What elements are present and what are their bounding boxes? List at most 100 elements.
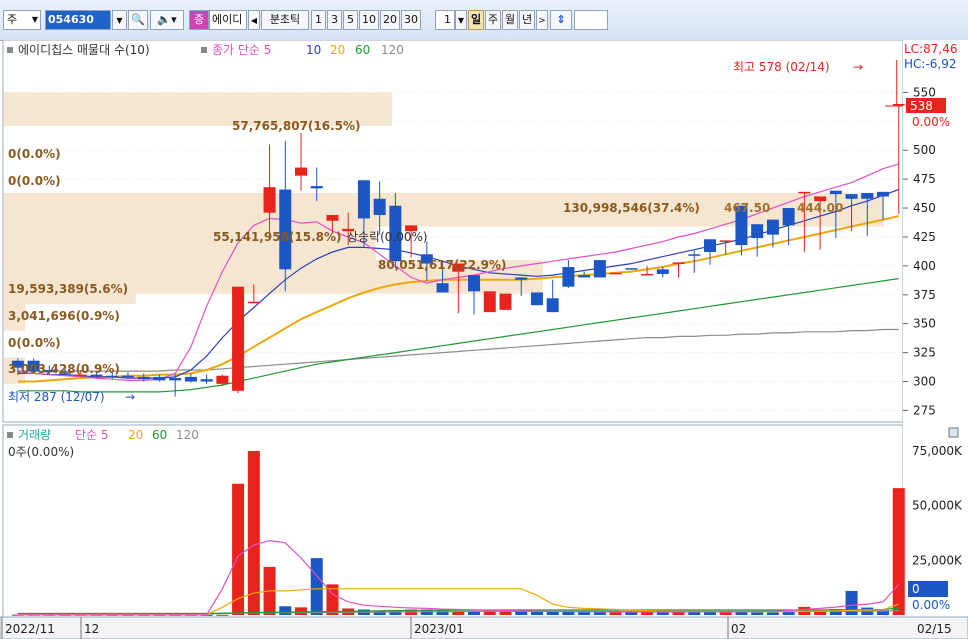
minute-tick-button[interactable]: 분초틱 [261,10,309,30]
interval-button-3[interactable]: 3 [327,10,342,30]
volume-bar [562,611,575,615]
volume-tick-label: 25,000K [912,553,963,567]
arrow-left-icon: ◀ [250,16,258,25]
candle-body [845,194,858,199]
volume-bar [719,612,732,615]
legend-marker-icon [7,432,13,438]
candle-body [609,272,622,275]
legend-marker-icon [201,47,207,53]
sound-button[interactable]: 🔈▾ [150,10,184,30]
candle-body [530,292,543,306]
interval-button-20[interactable]: 20 [380,10,400,30]
price-tick-label: 275 [913,403,936,417]
prev-arrow-button[interactable]: ◀ [248,10,260,30]
candle-body [295,167,308,176]
search-button[interactable]: 🔍 [128,10,148,30]
date-input[interactable] [574,10,608,30]
price-tick-label: 500 [913,143,936,157]
period-button-년[interactable]: 년 [519,10,535,30]
current-volume-value: 0 [912,582,920,596]
candle-body [766,219,779,235]
candle-body [798,191,811,194]
candle-body [232,286,245,391]
volume-bar [232,483,245,615]
x-axis-label: 2022/11 [5,622,55,636]
price-tick-label: 300 [913,375,936,389]
chart-canvas: 0(0.0%) 57,765,807(16.5%) 0(0.0%) 0(0.0%) 13… [0,40,968,639]
candle-body [468,275,481,292]
next-arrow-button[interactable]: > [536,10,548,30]
period-button-일[interactable]: 일 [468,10,484,30]
candle-body [373,198,386,215]
profile-price-label-2: 444.00 [797,201,843,215]
updown-button[interactable]: ⇕ [550,10,572,30]
candle-body [562,267,575,287]
interval-button-10[interactable]: 10 [359,10,379,30]
stock-code-input[interactable]: 054630 [45,10,111,30]
candle-body [892,103,905,106]
volume-legend-ma120: 120 [176,428,199,442]
toolbar: 주 ▼ 054630 ▼ 🔍 🔈▾ 증 에이디 ◀ 분초틱 1 3 5 10 20 30 … [0,0,968,41]
volume-bar [672,612,685,615]
volume-bar [593,612,606,615]
price-tick-label: 425 [913,230,936,244]
legend-marker-icon [7,47,13,53]
candle-body [499,293,512,310]
interval-button-30[interactable]: 30 [401,10,421,30]
candle-body [200,379,213,382]
stock-name-field: 에이디 [209,10,247,30]
interval-button-5[interactable]: 5 [343,10,358,30]
panel-close-icon[interactable] [948,427,959,438]
chevron-down-icon: ▼ [457,16,465,25]
hc-label: HC:-6,92 [904,57,957,71]
profile-price-label-1: 467.50 [724,201,770,215]
stock-type-button[interactable]: 증 [189,10,209,30]
candle-body [326,214,339,221]
interval-input[interactable]: 1 [435,10,455,30]
interval-button-1[interactable]: 1 [311,10,326,30]
price-legend-series: 에이디칩스 매물대 수(10) [18,43,150,57]
candle-body [546,298,559,313]
candle-body [247,301,260,304]
profile-label: 80,051,617(22.9%) [378,258,507,272]
volume-bar [295,607,308,615]
profile-label: 0(0.0%) [8,174,61,188]
candle-body [625,268,638,270]
profile-label: 55,141,958(15.8%) [213,230,342,244]
price-tick-label: 400 [913,259,936,273]
volume-bar [766,612,779,615]
market-select[interactable]: 주 ▼ [3,10,41,30]
volume-bar [468,611,481,615]
volume-tick-label: 75,000K [912,444,963,458]
candle-body [121,375,134,378]
volume-bar [688,612,701,615]
current-price-change: 0.00% [912,115,950,129]
candle-body [310,186,323,189]
chevron-down-icon: ▼ [116,16,123,25]
candle-body [641,273,654,276]
price-legend-ma20: 20 [330,43,345,57]
candle-body [688,254,701,256]
candle-body [216,375,229,384]
search-icon: 🔍 [131,13,145,26]
period-button-월[interactable]: 월 [502,10,518,30]
code-dropdown-button[interactable]: ▼ [112,10,127,30]
updown-arrow-icon: ⇕ [556,13,566,26]
profile-label: 19,593,389(5.6%) [8,282,128,296]
volume-tick-label: 50,000K [912,499,963,513]
volume-bar [578,612,591,615]
candle-body [578,275,591,278]
interval-dropdown-button[interactable]: ▼ [455,10,467,30]
candle-body [357,180,370,219]
price-tick-label: 450 [913,201,936,215]
price-legend-ma10: 10 [306,43,321,57]
volume-bar [625,612,638,615]
current-volume-change: 0.00% [912,598,950,612]
profile-label: 57,765,807(16.5%) [232,119,361,133]
price-tick-label: 550 [913,85,936,99]
profile-label: 0(0.0%) [8,336,61,350]
volume-bar [546,611,559,615]
low-annotation: 최저 287 (12/07) [8,390,105,404]
period-button-주[interactable]: 주 [485,10,501,30]
price-legend-ma120: 120 [381,43,404,57]
